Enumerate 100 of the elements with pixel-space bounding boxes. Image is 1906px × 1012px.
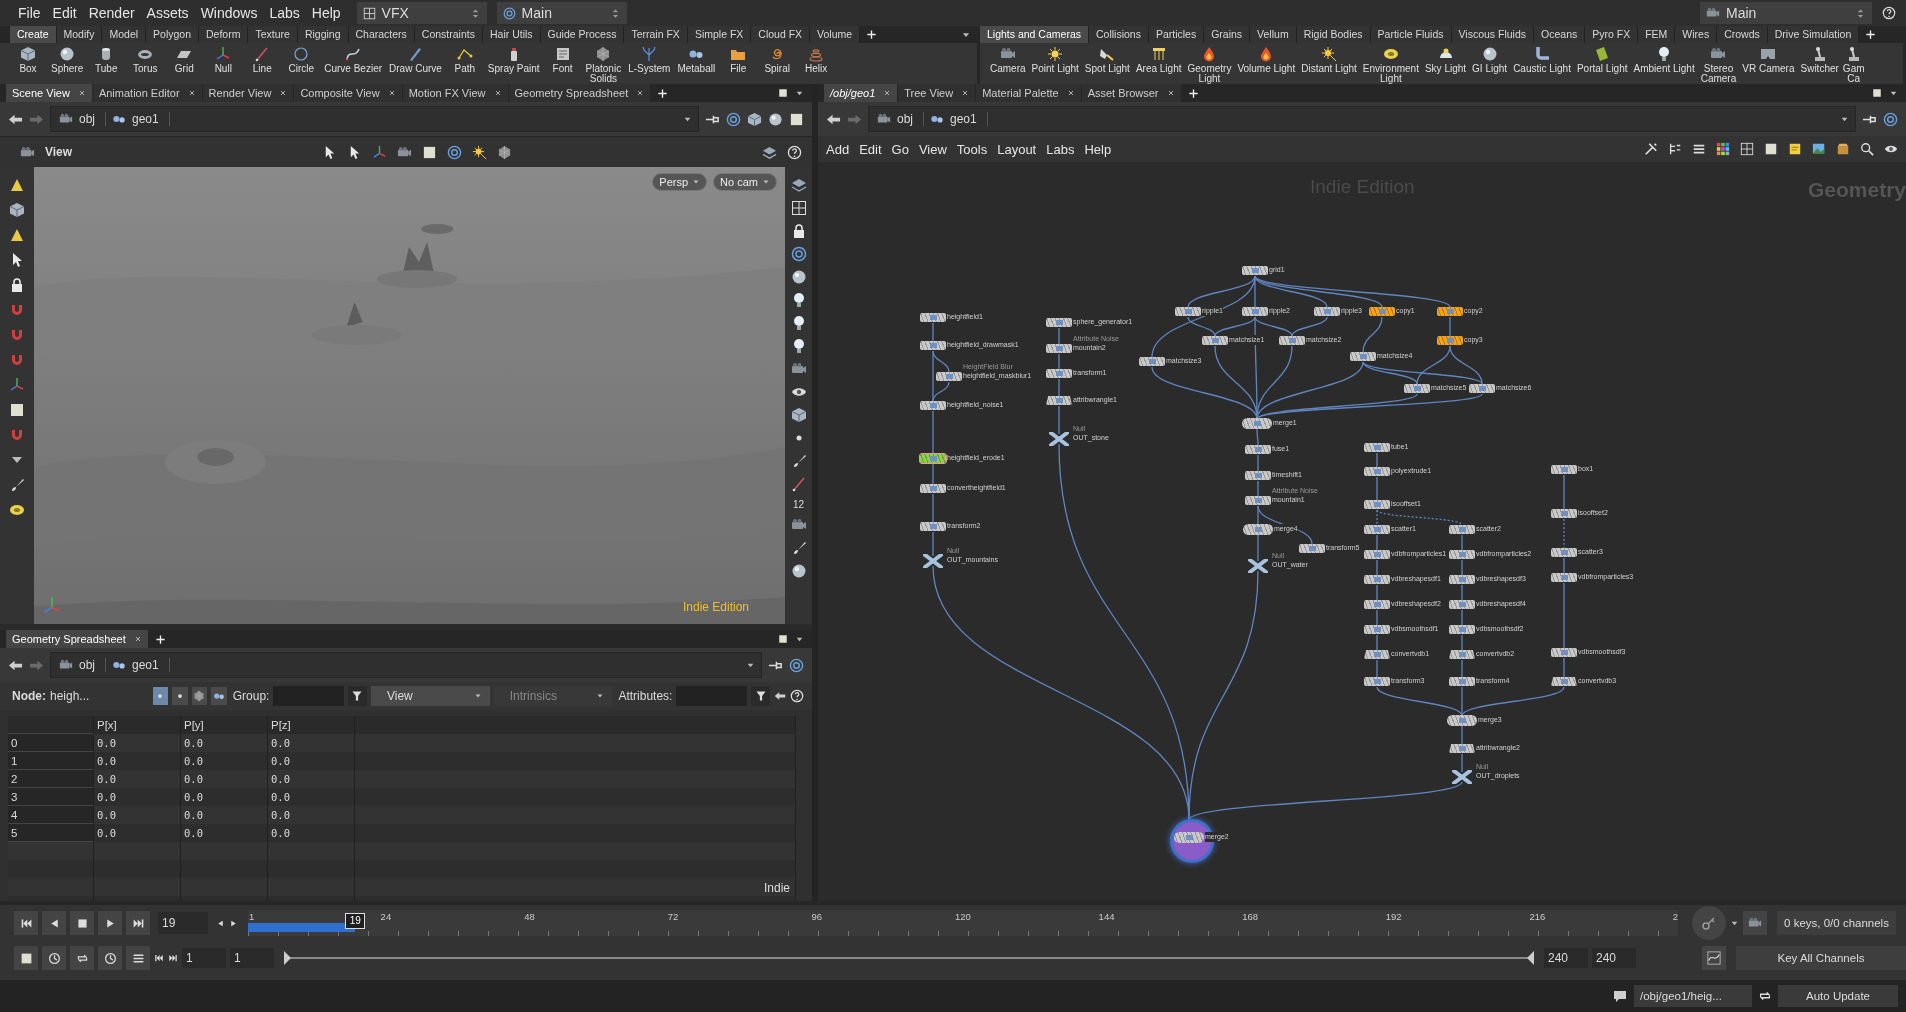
shelf-tab[interactable]: Model bbox=[102, 26, 147, 43]
menu-item[interactable]: Layout bbox=[997, 141, 1037, 157]
pane-tab[interactable]: Animation Editor bbox=[92, 84, 202, 102]
pane-tab[interactable]: Geometry Spreadsheet bbox=[6, 630, 148, 648]
workspace-dropdown[interactable]: Main bbox=[496, 2, 627, 24]
path-field[interactable]: obj geo1 bbox=[50, 652, 762, 678]
shelf-tab[interactable]: Viscous Fluids bbox=[1451, 26, 1535, 43]
menu-item[interactable]: Assets bbox=[140, 5, 195, 21]
shelf-tab[interactable]: Deform bbox=[199, 26, 249, 43]
pane-tab[interactable]: Geometry Spreadsheet bbox=[508, 84, 651, 102]
pane-tab[interactable]: /obj/geo1 bbox=[824, 84, 898, 102]
range-start-field[interactable]: 1 bbox=[182, 948, 226, 968]
shelf-tool[interactable]: Helix bbox=[798, 46, 835, 74]
shelf-tab[interactable]: Oceans bbox=[1534, 26, 1586, 43]
shelf-tool[interactable]: Volume Light bbox=[1235, 46, 1298, 74]
shelf-tool[interactable]: Environment Light bbox=[1360, 46, 1421, 84]
shelf-tool[interactable]: Line bbox=[244, 46, 281, 74]
menu-item[interactable]: View bbox=[918, 141, 947, 157]
timeline-ruler[interactable]: 1 19 24 48 72 96 120 144 168 192 216 2 bbox=[248, 910, 1678, 936]
shelf-tab[interactable]: Particle Fluids bbox=[1370, 26, 1452, 43]
shelf-tab[interactable]: Rigging bbox=[297, 26, 349, 43]
shelf-tab[interactable]: Polygon bbox=[146, 26, 199, 43]
shelf-tab[interactable]: Guide Process bbox=[540, 26, 625, 43]
pane-tab[interactable]: Scene View bbox=[6, 84, 92, 102]
path-segment[interactable]: obj bbox=[57, 658, 106, 672]
shelf-tool[interactable]: VR Camera bbox=[1740, 46, 1797, 74]
shelf-tool[interactable]: Switcher bbox=[1798, 46, 1841, 74]
menu-item[interactable]: Go bbox=[891, 141, 909, 157]
column-header[interactable]: P[z] bbox=[268, 716, 355, 734]
view-menu[interactable]: View bbox=[370, 686, 490, 706]
shelf-tool[interactable]: Gam Ca bbox=[1842, 46, 1865, 84]
column-header[interactable]: P[y] bbox=[181, 716, 268, 734]
pane-tab[interactable]: Material Palette bbox=[976, 84, 1081, 102]
shelf-tab[interactable]: Create bbox=[10, 26, 57, 43]
path-field[interactable]: obj geo1 bbox=[868, 106, 1856, 132]
update-mode-button[interactable]: Auto Update bbox=[1778, 985, 1898, 1007]
path-segment[interactable]: obj bbox=[57, 112, 106, 126]
menu-item[interactable]: Help bbox=[305, 5, 347, 21]
shelf-tab[interactable]: Modify bbox=[56, 26, 103, 43]
range-end-field[interactable]: 240 bbox=[1592, 948, 1636, 968]
shelf-tool[interactable]: Tube bbox=[88, 46, 125, 74]
shelf-tab[interactable]: Terrain FX bbox=[624, 26, 688, 43]
shelf-tool[interactable]: Distant Light bbox=[1299, 46, 1359, 74]
shelf-tab[interactable]: Drive Simulation bbox=[1767, 26, 1860, 43]
column-header[interactable]: P[x] bbox=[94, 716, 181, 734]
shelf-tab[interactable]: Constraints bbox=[414, 26, 483, 43]
shelf-tab[interactable]: Particles bbox=[1148, 26, 1205, 43]
shelf-tab[interactable]: Crowds bbox=[1717, 26, 1768, 43]
shelf-tool[interactable]: Torus bbox=[127, 46, 164, 74]
range-end-field[interactable]: 240 bbox=[1544, 948, 1588, 968]
shelf-tool[interactable]: Sphere bbox=[49, 46, 86, 74]
shelf-tool[interactable]: Platonic Solids bbox=[583, 46, 624, 84]
menu-item[interactable]: Labs bbox=[263, 5, 306, 21]
shelf-tool[interactable]: File bbox=[720, 46, 757, 74]
shelf-tab[interactable]: Collisions bbox=[1088, 26, 1149, 43]
projection-menu[interactable]: Persp bbox=[652, 173, 708, 191]
shelf-tab[interactable]: Cloud FX bbox=[751, 26, 811, 43]
shelf-tool[interactable]: Spray Paint bbox=[485, 46, 542, 74]
shelf-tool[interactable]: Camera bbox=[988, 46, 1028, 74]
shelf-tool[interactable]: Ambient Light bbox=[1631, 46, 1697, 74]
shelf-tool[interactable]: Sky Light bbox=[1422, 46, 1469, 74]
side-label[interactable]: 12 bbox=[792, 499, 805, 510]
menu-item[interactable]: Render bbox=[82, 5, 141, 21]
menu-item[interactable]: Windows bbox=[194, 5, 264, 21]
shelf-tab[interactable]: Rigid Bodies bbox=[1296, 26, 1371, 43]
shelf-tool[interactable]: Caustic Light bbox=[1511, 46, 1573, 74]
path-segment[interactable]: geo1 bbox=[928, 112, 988, 126]
shelf-tab[interactable]: Vellum bbox=[1250, 26, 1297, 43]
shelf-tool[interactable]: GI Light bbox=[1470, 46, 1510, 74]
shelf-tool[interactable]: Geometry Light bbox=[1185, 46, 1234, 84]
pane-tab[interactable]: Tree View bbox=[898, 84, 976, 102]
workspace-dropdown[interactable]: Main bbox=[1700, 2, 1872, 24]
shelf-tab[interactable]: Volume bbox=[810, 26, 861, 43]
shelf-tab[interactable]: Lights and Cameras bbox=[980, 26, 1089, 43]
camera-menu[interactable]: No cam bbox=[713, 173, 777, 191]
desktop-dropdown[interactable]: VFX bbox=[356, 2, 487, 24]
shelf-tool[interactable]: L-System bbox=[626, 46, 673, 74]
shelf-tool[interactable]: Draw Curve bbox=[387, 46, 444, 74]
shelf-tool[interactable]: Box bbox=[10, 46, 46, 74]
shelf-tab[interactable]: Grains bbox=[1204, 26, 1251, 43]
pane-tab[interactable]: Motion FX View bbox=[402, 84, 508, 102]
menu-item[interactable]: Tools bbox=[956, 141, 988, 157]
menu-item[interactable]: Help bbox=[1084, 141, 1112, 157]
path-field[interactable]: obj geo1 bbox=[50, 106, 699, 132]
shelf-tab[interactable]: Simple FX bbox=[687, 26, 752, 43]
shelf-tab[interactable]: Pyro FX bbox=[1585, 26, 1639, 43]
menu-item[interactable]: Edit bbox=[859, 141, 882, 157]
shelf-tool[interactable]: Area Light bbox=[1133, 46, 1184, 74]
shelf-tab[interactable]: Hair Utils bbox=[482, 26, 541, 43]
pane-tab[interactable]: Render View bbox=[202, 84, 294, 102]
menu-item[interactable]: Add bbox=[826, 141, 850, 157]
shelf-tool[interactable]: Portal Light bbox=[1574, 46, 1630, 74]
shelf-tool[interactable]: Stereo Camera bbox=[1698, 46, 1739, 84]
current-frame-marker[interactable]: 19 bbox=[345, 913, 366, 929]
range-start-field[interactable]: 1 bbox=[230, 948, 274, 968]
menu-item[interactable]: Labs bbox=[1046, 141, 1075, 157]
menu-item[interactable]: File bbox=[12, 5, 47, 21]
shelf-tool[interactable]: Circle bbox=[283, 46, 320, 74]
shelf-tool[interactable]: Path bbox=[446, 46, 483, 74]
shelf-tab[interactable]: Texture bbox=[248, 26, 298, 43]
